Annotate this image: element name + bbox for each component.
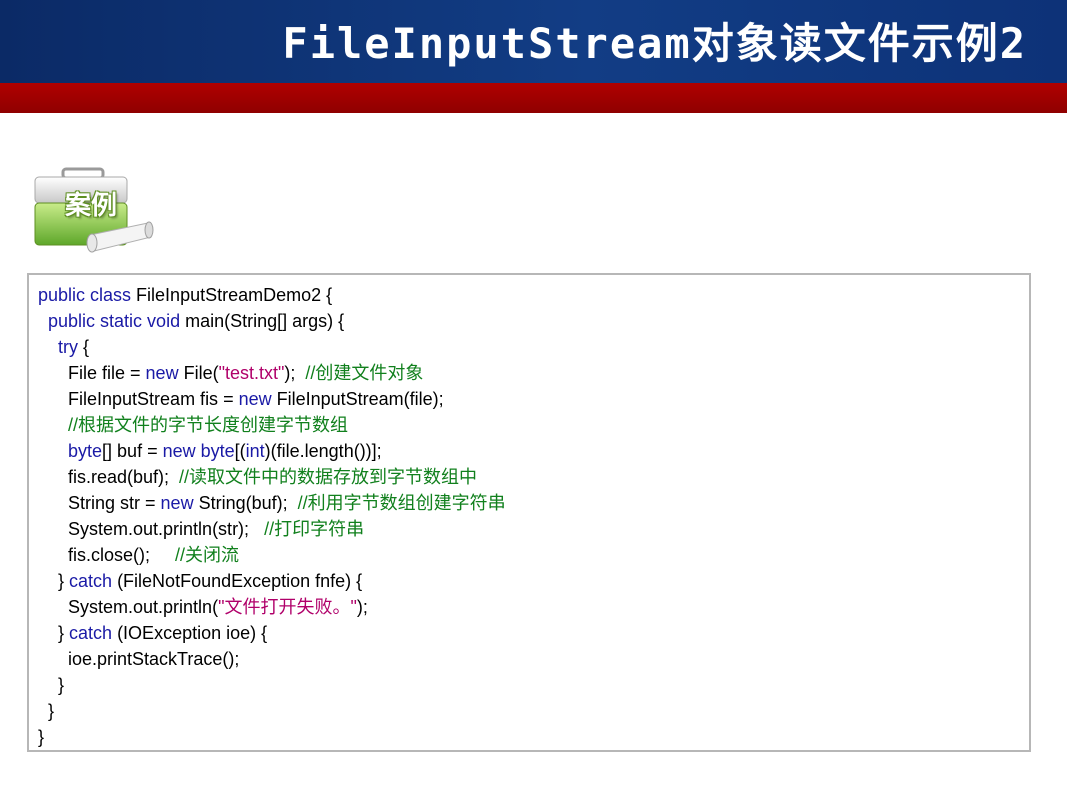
- code-text: FileInputStreamDemo2 {: [131, 285, 333, 305]
- code-keyword: public class: [38, 285, 132, 305]
- code-line: try {: [38, 334, 506, 360]
- code-string: "文件打开失败。": [218, 597, 357, 617]
- code-text: fis.close();: [38, 545, 176, 565]
- code-text: File(: [178, 363, 219, 383]
- code-text: }: [38, 571, 70, 591]
- code-keyword: byte: [68, 441, 103, 461]
- code-text: [] buf =: [102, 441, 163, 461]
- code-text: )(file.length())];: [264, 441, 382, 461]
- code-keyword: new: [160, 493, 194, 513]
- code-text: FileInputStream(file);: [271, 389, 444, 409]
- code-line: fis.read(buf); //读取文件中的数据存放到字节数组中: [38, 464, 506, 490]
- slide-title: FileInputStream对象读文件示例2: [282, 19, 1027, 68]
- code-text: (IOException ioe) {: [112, 623, 268, 643]
- code-keyword: new: [238, 389, 272, 409]
- code-text: );: [356, 597, 368, 617]
- code-comment: //读取文件中的数据存放到字节数组中: [179, 467, 478, 487]
- code-keyword: public static void: [48, 311, 181, 331]
- code-block: public class FileInputStreamDemo2 { publ…: [27, 273, 1031, 752]
- code-text: {: [78, 337, 90, 357]
- code-keyword: catch: [69, 623, 113, 643]
- code-keyword: catch: [69, 571, 113, 591]
- code-line: byte[] buf = new byte[(int)(file.length(…: [38, 438, 506, 464]
- code-line: //根据文件的字节长度创建字节数组: [38, 412, 506, 438]
- code-text: );: [284, 363, 306, 383]
- code-line: String str = new String(buf); //利用字节数组创建…: [38, 490, 506, 516]
- code-keyword: try: [58, 337, 79, 357]
- code-text: [(: [234, 441, 246, 461]
- code-line: fis.close(); //关闭流: [38, 542, 506, 568]
- code-comment: //创建文件对象: [305, 363, 424, 383]
- code-text: main(String[] args) {: [180, 311, 345, 331]
- case-label: 案例: [65, 191, 118, 221]
- code-text: fis.read(buf);: [38, 467, 180, 487]
- code-line: }: [38, 672, 506, 698]
- code-text: ioe.printStackTrace();: [38, 649, 240, 669]
- code-line: File file = new File("test.txt"); //创建文件…: [38, 360, 506, 386]
- code-keyword: new: [145, 363, 179, 383]
- code-keyword: int: [245, 441, 265, 461]
- code-text: File file =: [38, 363, 146, 383]
- code-line: FileInputStream fis = new FileInputStrea…: [38, 386, 506, 412]
- code-text: String str =: [38, 493, 161, 513]
- code-line: }: [38, 698, 506, 724]
- code-text: }: [38, 623, 70, 643]
- code-text: }: [38, 727, 45, 747]
- code-text: System.out.println(str);: [38, 519, 265, 539]
- code-line: public class FileInputStreamDemo2 {: [38, 282, 506, 308]
- code-string: "test.txt": [218, 363, 285, 383]
- code-text: System.out.println(: [38, 597, 219, 617]
- code-line: System.out.println("文件打开失败。");: [38, 594, 506, 620]
- code-line: } catch (FileNotFoundException fnfe) {: [38, 568, 506, 594]
- code-comment: //关闭流: [175, 545, 240, 565]
- code-text: }: [38, 675, 65, 695]
- code-comment: //根据文件的字节长度创建字节数组: [68, 415, 349, 435]
- code-line: System.out.println(str); //打印字符串: [38, 516, 506, 542]
- code-text: FileInputStream fis =: [38, 389, 239, 409]
- code-line: }: [38, 724, 506, 750]
- code-text: (FileNotFoundException fnfe) {: [112, 571, 363, 591]
- code-line: ioe.printStackTrace();: [38, 646, 506, 672]
- title-bar: FileInputStream对象读文件示例2: [0, 0, 1067, 83]
- code-comment: //利用字节数组创建字符串: [297, 493, 506, 513]
- code-text: }: [38, 701, 55, 721]
- code-text: String(buf);: [193, 493, 298, 513]
- code-keyword: new byte: [162, 441, 235, 461]
- code-line: } catch (IOException ioe) {: [38, 620, 506, 646]
- red-accent-bar: [0, 83, 1067, 113]
- code-line: public static void main(String[] args) {: [38, 308, 506, 334]
- code-listing: public class FileInputStreamDemo2 { publ…: [38, 282, 506, 750]
- code-comment: //打印字符串: [264, 519, 365, 539]
